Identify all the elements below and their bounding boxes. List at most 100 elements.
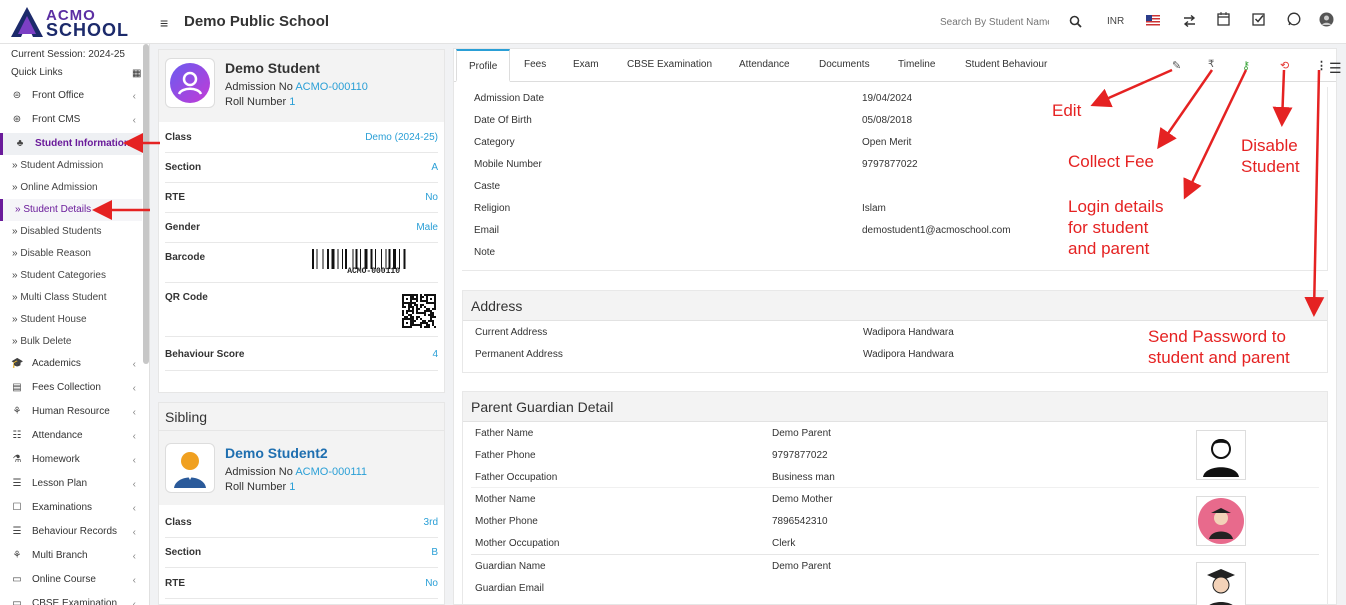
tab-timeline[interactable]: Timeline <box>898 59 935 70</box>
student-field-row: Class Demo (2024-25) <box>165 123 438 153</box>
sidebar-item[interactable]: ☷ Attendance ‹ <box>0 425 142 447</box>
menu-toggle-icon[interactable]: ≡ <box>160 15 168 31</box>
profile-value: 05/08/2018 <box>862 115 913 126</box>
user-avatar-icon[interactable] <box>1319 12 1334 27</box>
sidebar-subitem[interactable]: » Multi Class Student <box>0 287 142 309</box>
more-vertical-icon[interactable]: ⋮ <box>1316 59 1327 72</box>
roll-label: Roll Number <box>225 481 287 493</box>
sidebar-subitem[interactable]: » Student Admission <box>0 155 142 177</box>
sibling-info: Demo Student2 Admission No ACMO-000111 R… <box>159 431 444 505</box>
field-value[interactable]: Demo (2024-25) <box>365 132 438 143</box>
sidebar-subitem[interactable]: » Disable Reason <box>0 243 142 265</box>
sidebar-item[interactable]: ▭ CBSE Examination ‹ <box>0 593 142 605</box>
sidebar-item[interactable]: 🎓 Academics ‹ <box>0 353 142 375</box>
menu-item-icon: ⚘ <box>12 550 22 561</box>
side-menu-icon[interactable]: ☰ <box>1329 60 1342 77</box>
tab-exam[interactable]: Exam <box>573 59 599 70</box>
sidebar-item-front-office[interactable]: ⊜ Front Office ‹ <box>0 85 142 107</box>
profile-label: Category <box>474 137 515 148</box>
logo[interactable]: ACMO SCHOOL <box>10 6 135 40</box>
sidebar-subitem[interactable]: » Disabled Students <box>0 221 142 243</box>
subitem-text: Student Details <box>23 204 92 215</box>
disable-icon[interactable]: ⟲ <box>1280 59 1289 72</box>
calendar-icon[interactable] <box>1217 12 1230 26</box>
sidebar-item-label: Front Office <box>32 90 85 101</box>
menu-item-icon: ▭ <box>12 574 22 585</box>
tab-attendance[interactable]: Attendance <box>739 59 790 70</box>
annotation-disable-l2: Student <box>1241 157 1300 176</box>
sibling-name[interactable]: Demo Student2 <box>225 445 328 461</box>
chevron-left-icon: ‹ <box>132 527 136 538</box>
key-icon[interactable]: ⚷ <box>1242 59 1250 72</box>
sidebar-item[interactable]: ☰ Lesson Plan ‹ <box>0 473 142 495</box>
sidebar-item[interactable]: ⚘ Multi Branch ‹ <box>0 545 142 567</box>
admission-number[interactable]: ACMO-000111 <box>295 466 367 478</box>
rupee-icon[interactable]: ₹ <box>1208 59 1214 70</box>
sidebar-subitem[interactable]: » Student Categories <box>0 265 142 287</box>
flag-us-icon[interactable] <box>1146 15 1160 26</box>
field-label: Gender <box>165 222 201 233</box>
sidebar-item-front-cms[interactable]: ⊛ Front CMS ‹ <box>0 109 142 131</box>
sidebar-item[interactable]: ⚘ Human Resource ‹ <box>0 401 142 423</box>
sidebar-item-student-information[interactable]: ♣ Student Information <box>0 133 142 155</box>
guardian-label: Mother Occupation <box>475 538 560 549</box>
sidebar-item[interactable]: ▭ Online Course ‹ <box>0 569 142 591</box>
tab-student-behaviour[interactable]: Student Behaviour <box>965 59 1047 70</box>
annotation-login-l1: Login details <box>1068 197 1164 216</box>
student-field-row: QR Code <box>165 283 438 337</box>
grid-icon[interactable]: ▦ <box>132 68 141 79</box>
menu-item-icon: ⚘ <box>12 406 22 417</box>
sidebar-subitem[interactable]: » Student Details <box>0 199 142 221</box>
currency-selector[interactable]: INR <box>1107 16 1124 27</box>
guardian-label: Father Phone <box>475 450 536 461</box>
profile-value: 9797877022 <box>862 159 918 170</box>
profile-label: Religion <box>474 203 511 214</box>
switch-icon[interactable] <box>1183 15 1196 27</box>
subitem-text: Student Categories <box>20 270 106 281</box>
sibling-field-row: RTE No <box>165 569 438 599</box>
sidebar-subitem[interactable]: » Student House <box>0 309 142 331</box>
profile-label: Admission Date <box>474 93 545 104</box>
sibling-card: Sibling Demo Student2 Admission No ACMO-… <box>158 402 445 605</box>
tab-fees[interactable]: Fees <box>524 59 546 70</box>
edit-icon[interactable]: ✎ <box>1172 59 1181 72</box>
barcode-text: ACMO-000110 <box>347 267 400 276</box>
address-label: Current Address <box>475 327 548 338</box>
sidebar-item[interactable]: ▤ Fees Collection ‹ <box>0 377 142 399</box>
sidebar-scrollbar[interactable] <box>143 44 149 364</box>
current-session: Current Session: 2024-25 <box>11 49 125 60</box>
divider <box>471 487 1319 488</box>
whatsapp-icon[interactable] <box>1287 12 1301 26</box>
student-photo <box>165 58 215 108</box>
field-label: Section <box>165 547 202 558</box>
sidebar: Current Session: 2024-25 Quick Links ▦ ⊜… <box>0 44 150 605</box>
admission-number[interactable]: ACMO-000110 <box>295 81 368 93</box>
quick-links[interactable]: Quick Links <box>11 67 63 78</box>
chevron-left-icon: ‹ <box>132 115 136 126</box>
sibling-field-row: Section B <box>165 538 438 568</box>
sidebar-item[interactable]: ⚗ Homework ‹ <box>0 449 142 471</box>
student-field-row: Section A <box>165 153 438 183</box>
search-icon[interactable] <box>1069 15 1082 28</box>
guardian-value: Demo Parent <box>772 561 831 572</box>
profile-tabs: Profile Fees Exam CBSE Examination Atten… <box>454 49 1336 82</box>
guardian-value: Demo Parent <box>772 428 831 439</box>
menu-item-icon: ☐ <box>12 502 22 513</box>
sidebar-subitem[interactable]: » Bulk Delete <box>0 331 142 353</box>
tab-cbse-examination[interactable]: CBSE Examination <box>627 59 712 70</box>
chevron-left-icon: ‹ <box>132 551 136 562</box>
field-value: No <box>425 192 438 203</box>
sidebar-subitem[interactable]: » Online Admission <box>0 177 142 199</box>
roll-label: Roll Number <box>225 96 287 108</box>
field-label: QR Code <box>165 292 208 303</box>
sidebar-subitem-label: » Online Admission <box>12 182 98 193</box>
guardian-label: Father Occupation <box>475 472 558 483</box>
tab-profile[interactable]: Profile <box>456 49 511 82</box>
roll-number: 1 <box>289 96 296 108</box>
task-check-icon[interactable] <box>1252 12 1265 26</box>
tab-documents[interactable]: Documents <box>819 59 870 70</box>
search-box <box>934 10 1088 34</box>
sidebar-item[interactable]: ☰ Behaviour Records ‹ <box>0 521 142 543</box>
sidebar-item[interactable]: ☐ Examinations ‹ <box>0 497 142 519</box>
search-input[interactable] <box>934 10 1049 34</box>
